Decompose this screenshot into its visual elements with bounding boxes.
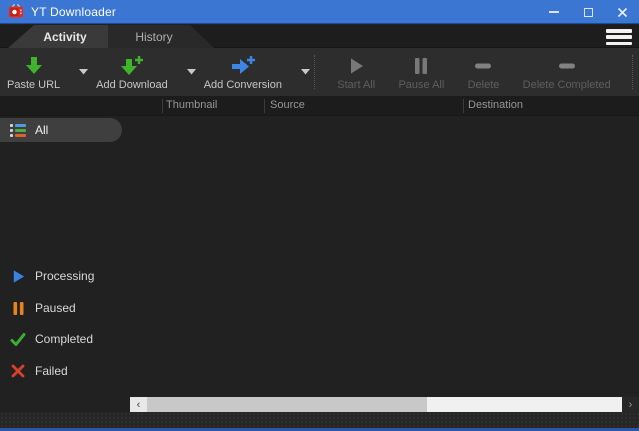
close-icon bbox=[617, 7, 628, 18]
pause-icon bbox=[412, 54, 430, 78]
filter-sidebar: All Processing Paused bbox=[0, 116, 130, 397]
play-blue-icon bbox=[10, 268, 26, 284]
sidebar-item-failed-label: Failed bbox=[35, 364, 68, 378]
add-conversion-group: Add Conversion bbox=[200, 52, 313, 93]
paste-url-down-arrow-icon bbox=[23, 54, 45, 78]
tab-activity[interactable]: Activity bbox=[8, 25, 108, 48]
tab-activity-label: Activity bbox=[29, 30, 86, 44]
tab-history[interactable]: History bbox=[108, 25, 214, 48]
paste-url-group: Paste URL bbox=[3, 52, 91, 93]
table-header-row: Thumbnail Source Destination bbox=[0, 96, 639, 116]
start-all-label: Start All bbox=[337, 79, 375, 91]
sidebar-item-paused[interactable]: Paused bbox=[0, 296, 122, 320]
hamburger-menu-icon[interactable] bbox=[606, 29, 632, 45]
sidebar-item-completed[interactable]: Completed bbox=[0, 327, 122, 351]
sidebar-item-failed[interactable]: Failed bbox=[0, 359, 122, 383]
toolbar-left-group: Paste URL Add Download bbox=[2, 48, 314, 96]
close-button[interactable] bbox=[605, 0, 639, 24]
add-download-group: Add Download bbox=[92, 52, 199, 93]
check-green-icon bbox=[10, 331, 26, 347]
window-title: YT Downloader bbox=[31, 5, 116, 19]
minimize-icon bbox=[549, 11, 559, 13]
add-conversion-label: Add Conversion bbox=[204, 79, 282, 91]
delete-button[interactable]: Delete bbox=[464, 52, 504, 93]
app-window: YT Downloader Activity History bbox=[0, 0, 639, 431]
paste-url-button[interactable]: Paste URL bbox=[3, 52, 64, 93]
delete-label: Delete bbox=[468, 79, 500, 91]
main-content: All Processing Paused bbox=[0, 116, 639, 397]
pause-all-button[interactable]: Pause All bbox=[394, 52, 448, 93]
titlebar[interactable]: YT Downloader bbox=[0, 0, 639, 24]
column-divider bbox=[463, 99, 464, 113]
paste-url-dropdown-chevron-icon[interactable] bbox=[76, 65, 91, 79]
add-conversion-dropdown-chevron-icon[interactable] bbox=[298, 65, 313, 79]
toolbar-separator bbox=[314, 55, 315, 89]
column-header-source[interactable]: Source bbox=[270, 99, 305, 111]
add-download-button[interactable]: Add Download bbox=[92, 52, 172, 93]
toolbar: Paste URL Add Download bbox=[0, 48, 639, 96]
tab-history-label: History bbox=[135, 30, 186, 44]
scroll-left-arrow-icon[interactable]: ‹ bbox=[130, 397, 147, 412]
maximize-button[interactable] bbox=[571, 0, 605, 24]
paste-url-label: Paste URL bbox=[7, 79, 60, 91]
delete-completed-button[interactable]: Delete Completed bbox=[519, 52, 615, 93]
delete-completed-label: Delete Completed bbox=[523, 79, 611, 91]
add-download-arrow-plus-icon bbox=[119, 54, 145, 78]
horizontal-scrollbar: ‹ › bbox=[130, 397, 639, 412]
scroll-right-arrow-icon[interactable]: › bbox=[622, 397, 639, 412]
scrollbar-track[interactable] bbox=[427, 397, 622, 412]
scrollbar-thumb[interactable] bbox=[147, 397, 427, 412]
column-header-thumbnail[interactable]: Thumbnail bbox=[166, 99, 217, 111]
sidebar-item-processing[interactable]: Processing bbox=[0, 264, 122, 288]
cross-red-icon bbox=[10, 363, 26, 379]
app-logo-tv-icon bbox=[8, 4, 24, 19]
sidebar-item-processing-label: Processing bbox=[35, 269, 94, 283]
list-all-icon bbox=[10, 122, 26, 138]
pause-all-label: Pause All bbox=[398, 79, 444, 91]
minus-dash-icon bbox=[472, 54, 494, 78]
minimize-button[interactable] bbox=[537, 0, 571, 24]
column-divider bbox=[264, 99, 265, 113]
window-controls bbox=[537, 0, 639, 24]
minus-dash-icon bbox=[556, 54, 578, 78]
sidebar-item-all-label: All bbox=[35, 123, 48, 137]
sidebar-item-paused-label: Paused bbox=[35, 301, 76, 315]
column-header-destination[interactable]: Destination bbox=[468, 99, 523, 111]
add-download-dropdown-chevron-icon[interactable] bbox=[184, 65, 199, 79]
toolbar-separator bbox=[632, 55, 633, 89]
status-strip bbox=[0, 412, 639, 428]
play-icon bbox=[346, 54, 366, 78]
add-conversion-button[interactable]: Add Conversion bbox=[200, 52, 286, 93]
download-list-empty-area bbox=[130, 116, 639, 397]
start-all-button[interactable]: Start All bbox=[333, 52, 379, 93]
pause-orange-icon bbox=[10, 300, 26, 316]
add-conversion-arrow-plus-icon bbox=[230, 54, 256, 78]
add-download-label: Add Download bbox=[96, 79, 168, 91]
maximize-icon bbox=[584, 8, 593, 17]
sidebar-item-completed-label: Completed bbox=[35, 332, 93, 346]
toolbar-right-group: Start All Pause All Delete bbox=[318, 48, 630, 96]
tab-bar: Activity History bbox=[0, 25, 639, 48]
column-divider bbox=[162, 99, 163, 113]
sidebar-item-all[interactable]: All bbox=[0, 118, 122, 142]
